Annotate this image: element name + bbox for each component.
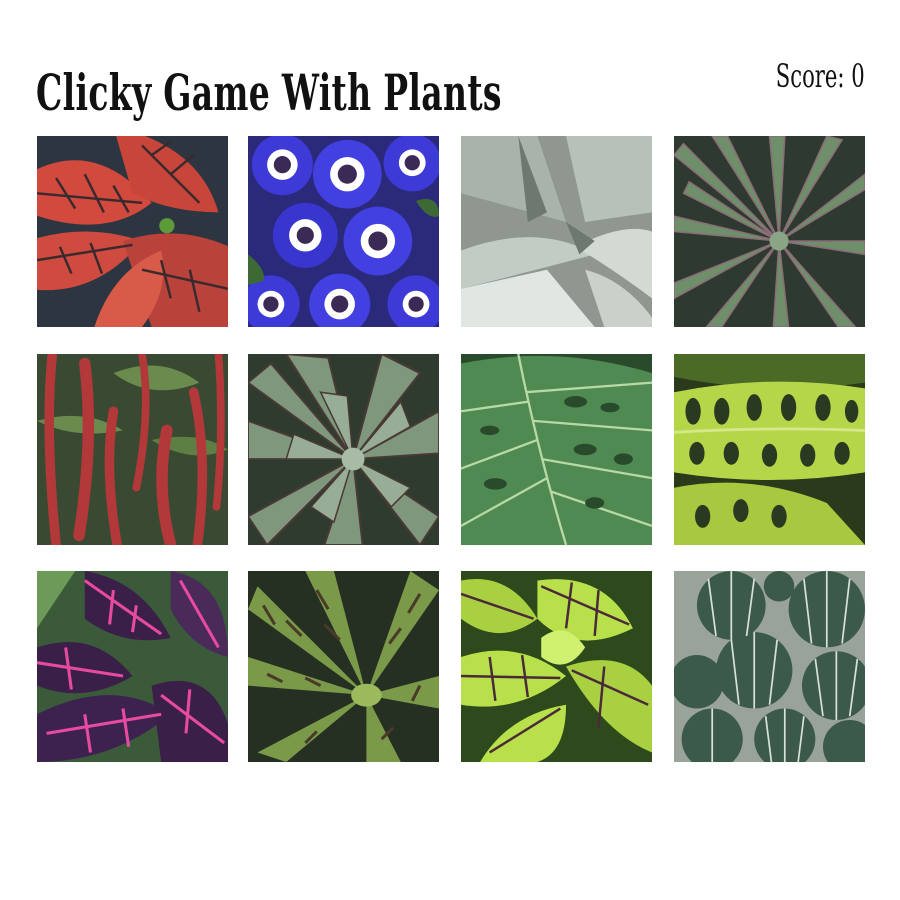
lime-coleus-image [461, 571, 652, 762]
plant-card-cineraria[interactable] [248, 136, 439, 327]
plant-card-cactus[interactable] [674, 571, 865, 762]
plant-card-prayer-plant[interactable] [674, 354, 865, 545]
bromeliad-image [248, 571, 439, 762]
plant-card-spiky-succulent[interactable] [674, 136, 865, 327]
spiky-succulent-image [674, 136, 865, 327]
plant-card-chenille[interactable] [37, 354, 228, 545]
pink-coleus-image [37, 571, 228, 762]
plant-card-echeveria[interactable] [248, 354, 439, 545]
agave-image [461, 136, 652, 327]
echeveria-rosette-image [248, 354, 439, 545]
page-title: Clicky Game With Plants [36, 62, 502, 122]
plant-card-lime-coleus[interactable] [461, 571, 652, 762]
plant-card-agave[interactable] [461, 136, 652, 327]
monstera-leaf-image [461, 354, 652, 545]
plant-card-bromeliad[interactable] [248, 571, 439, 762]
blue-flower-image [248, 136, 439, 327]
score-display: Score: 0 [776, 57, 865, 95]
prayer-plant-image [674, 354, 865, 545]
ball-cactus-image [674, 571, 865, 762]
croton-leaf-image [37, 136, 228, 327]
chenille-plant-image [37, 354, 228, 545]
plant-card-croton[interactable] [37, 136, 228, 327]
plant-card-monstera[interactable] [461, 354, 652, 545]
plant-card-pink-coleus[interactable] [37, 571, 228, 762]
